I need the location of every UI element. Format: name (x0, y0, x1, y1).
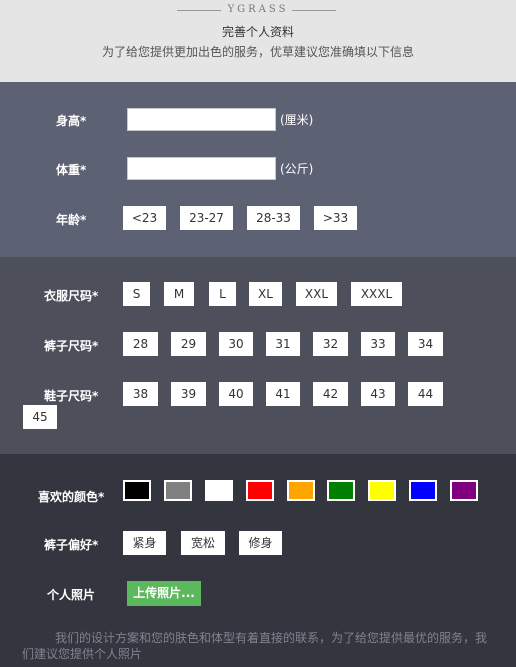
weight-input[interactable] (127, 157, 276, 180)
weight-unit: (公斤) (280, 162, 314, 176)
pants-size-option[interactable]: 30 (219, 332, 253, 356)
shoe-size-option[interactable]: 42 (313, 382, 348, 406)
photo-note: 我们的设计方案和您的肤色和体型有着直接的联系，为了给您提供最优的服务，我们建议您… (22, 631, 488, 661)
age-label: 年龄* (56, 213, 87, 227)
pants-size-label: 裤子尺码* (44, 339, 99, 353)
pants-size-option[interactable]: 32 (313, 332, 348, 356)
fit-option[interactable]: 宽松 (181, 531, 225, 555)
brand-logo: YGRASS (227, 4, 289, 15)
page-subtitle: 为了给您提供更加出色的服务，优草建议您准确填以下信息 (101, 45, 414, 59)
photo-label: 个人照片 (47, 588, 96, 602)
fit-preference-label: 裤子偏好* (44, 538, 99, 552)
shoe-size-option[interactable]: 45 (23, 405, 57, 429)
color-swatch-green[interactable] (327, 480, 355, 501)
height-input[interactable] (127, 108, 276, 131)
brand-divider-right (292, 10, 336, 11)
height-unit: (厘米) (280, 113, 314, 127)
age-option[interactable]: 23-27 (180, 206, 233, 230)
color-label: 喜欢的颜色* (38, 490, 105, 504)
page-title: 完善个人资料 (221, 25, 294, 39)
age-option[interactable]: >33 (314, 206, 357, 230)
color-swatch-blue[interactable] (409, 480, 437, 501)
weight-label: 体重* (56, 163, 87, 177)
color-swatch-purple[interactable] (450, 480, 478, 501)
shoe-size-label: 鞋子尺码* (44, 389, 99, 403)
color-swatch-red[interactable] (246, 480, 274, 501)
color-swatch-yellow[interactable] (368, 480, 396, 501)
color-swatch-black[interactable] (123, 480, 151, 501)
fit-option[interactable]: 修身 (239, 531, 282, 555)
clothing-size-label: 衣服尺码* (44, 289, 99, 303)
color-swatch-white[interactable] (205, 480, 233, 501)
clothing-size-option[interactable]: XL (249, 282, 282, 306)
shoe-size-option[interactable]: 43 (361, 382, 395, 406)
pants-size-option[interactable]: 34 (408, 332, 443, 356)
age-option[interactable]: <23 (123, 206, 166, 230)
clothing-size-option[interactable]: XXL (296, 282, 337, 306)
color-swatch-orange[interactable] (287, 480, 315, 501)
pants-size-option[interactable]: 31 (266, 332, 300, 356)
clothing-size-option[interactable]: XXXL (351, 282, 402, 306)
clothing-size-option[interactable]: S (123, 282, 150, 306)
pants-size-option[interactable]: 33 (361, 332, 395, 356)
shoe-size-option[interactable]: 44 (408, 382, 443, 406)
pants-size-option[interactable]: 28 (123, 332, 158, 356)
upload-photo-button[interactable]: 上传照片... (127, 581, 201, 606)
shoe-size-option[interactable]: 38 (123, 382, 158, 406)
clothing-size-option[interactable]: M (164, 282, 194, 306)
shoe-size-option[interactable]: 41 (266, 382, 300, 406)
fit-option[interactable]: 紧身 (123, 531, 166, 555)
color-swatch-gray[interactable] (164, 480, 192, 501)
shoe-size-option[interactable]: 39 (171, 382, 206, 406)
age-option[interactable]: 28-33 (247, 206, 300, 230)
page-header: YGRASS 完善个人资料 为了给您提供更加出色的服务，优草建议您准确填以下信息 (0, 0, 516, 82)
pants-size-option[interactable]: 29 (171, 332, 206, 356)
clothing-size-option[interactable]: L (209, 282, 236, 306)
height-label: 身高* (56, 114, 87, 128)
shoe-size-option[interactable]: 40 (219, 382, 253, 406)
